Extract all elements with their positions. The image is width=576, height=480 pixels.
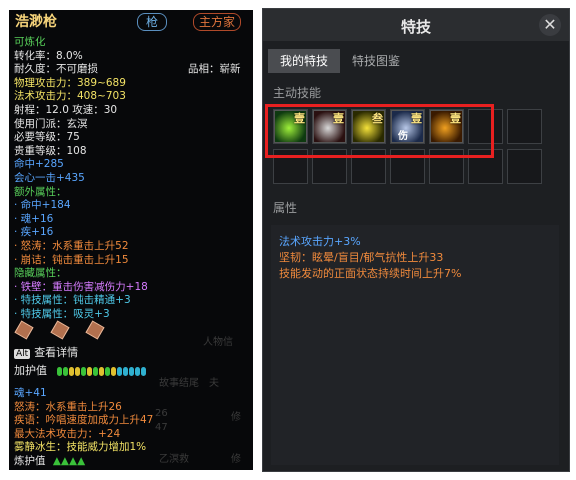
pill-icon bbox=[140, 366, 146, 376]
attr-line: 法术攻击力：408~703 bbox=[14, 90, 126, 103]
pill-icon bbox=[92, 366, 98, 376]
skill-panel: 特技 ✕ 我的特技 特技图鉴 主动技能 壹 壹 叁 壹伤 壹 属性 法术攻击力+… bbox=[262, 8, 570, 472]
tab-my-skills[interactable]: 我的特技 bbox=[268, 49, 341, 73]
skill-slot[interactable] bbox=[507, 109, 542, 144]
attr-line: 最大法术攻击力：+24 bbox=[14, 427, 121, 440]
refine-protection-line: 炼护值 ▲▲▲▲ bbox=[14, 455, 250, 469]
panel-header: 特技 ✕ bbox=[263, 9, 569, 41]
pill-icon bbox=[98, 366, 104, 376]
attr-line: 贵重等级：108 bbox=[14, 144, 87, 157]
attr-line: · 命中+184 bbox=[14, 199, 71, 212]
attr-line: · 怒涛：水系重击上升52 bbox=[14, 239, 129, 252]
pill-icon bbox=[116, 366, 122, 376]
quality-text: 品相：崭新 bbox=[188, 63, 241, 76]
panel-tabs: 我的特技 特技图鉴 bbox=[268, 49, 412, 73]
pill-icon bbox=[68, 366, 74, 376]
attr-line: 使用门派：玄溟 bbox=[14, 117, 88, 130]
attr-line: 转化率：8.0% bbox=[14, 49, 83, 62]
item-attribute-list: 可炼化 转化率：8.0% 耐久度：不可磨损 品相：崭新 物理攻击力：389~68… bbox=[14, 36, 250, 321]
attribute-line: 技能发动的正面状态持续时间上升7% bbox=[279, 267, 462, 280]
attr-line: 会心一击+435 bbox=[14, 171, 85, 184]
pill-icon bbox=[86, 366, 92, 376]
attr-line: · 特技属性：钝击精通+3 bbox=[14, 294, 131, 307]
protection-attributes: 魂+41 怒涛：水系重击上升26 疾语：吟唱速度加成力上升47 最大法术攻击力：… bbox=[14, 387, 250, 469]
attr-line: 物理攻击力：389~689 bbox=[14, 76, 126, 89]
pill-icon bbox=[62, 366, 68, 376]
attr-line: 必要等级：75 bbox=[14, 131, 80, 144]
item-tooltip: 浩渺枪 枪 主方家 可炼化 转化率：8.0% 耐久度：不可磨损 品相：崭新 物理… bbox=[9, 10, 253, 470]
gem-icon bbox=[49, 320, 70, 340]
alt-details-hint: Alt 查看详情 bbox=[14, 344, 78, 360]
gem-icon bbox=[85, 320, 105, 340]
active-skills-heading: 主动技能 bbox=[273, 86, 322, 100]
attr-line: 可炼化 bbox=[14, 36, 46, 48]
bg-text: 人物信 bbox=[203, 337, 233, 348]
alt-hint-text: 查看详情 bbox=[34, 346, 79, 359]
attr-line: 魂+41 bbox=[14, 387, 47, 399]
protection-pills bbox=[56, 364, 147, 377]
pill-icon bbox=[134, 366, 140, 376]
gem-icon bbox=[14, 320, 34, 340]
refine-protection-label: 炼护值 bbox=[14, 454, 46, 467]
skill-slot[interactable] bbox=[507, 149, 542, 184]
pill-icon bbox=[122, 366, 128, 376]
attribute-line: 坚韧：眩晕/盲目/郁气抗性上升33 bbox=[279, 251, 444, 264]
pill-icon bbox=[110, 366, 116, 376]
attr-line: 疾语：吟唱速度加成力上升47 bbox=[14, 414, 154, 427]
attr-line: · 魂+16 bbox=[14, 212, 54, 225]
pill-icon bbox=[80, 366, 86, 376]
attributes-box: 法术攻击力+3% 坚韧：眩晕/盲目/郁气抗性上升33 技能发动的正面状态持续时间… bbox=[271, 225, 559, 465]
attr-line: 雾静冰生：技能威力增加1% bbox=[14, 441, 147, 454]
tab-skill-catalog[interactable]: 特技图鉴 bbox=[340, 49, 412, 73]
protection-bar: 加护值 bbox=[14, 362, 147, 378]
attr-line: 额外属性： bbox=[14, 185, 67, 198]
attr-line: · 崩诘：钝击重击上升15 bbox=[14, 253, 129, 266]
highlight-box bbox=[265, 104, 494, 158]
sect-badge: 主方家 bbox=[193, 13, 241, 31]
attribute-line: 法术攻击力+3% bbox=[279, 235, 361, 248]
durability-text: 耐久度：不可磨损 bbox=[14, 63, 98, 76]
close-icon[interactable]: ✕ bbox=[539, 14, 561, 36]
pill-icon bbox=[56, 366, 62, 376]
attr-line: 射程：12.0 攻速：30 bbox=[14, 103, 118, 116]
alt-key: Alt bbox=[14, 349, 31, 359]
attr-line: 隐藏属性： bbox=[14, 267, 67, 280]
triangle-icons: ▲▲▲▲ bbox=[52, 454, 86, 467]
panel-title: 特技 bbox=[400, 18, 431, 36]
item-title: 浩渺枪 bbox=[15, 14, 57, 30]
attributes-heading: 属性 bbox=[273, 201, 298, 215]
pill-icon bbox=[74, 366, 80, 376]
protection-label: 加护值 bbox=[14, 364, 47, 377]
attr-line: 耐久度：不可磨损 品相：崭新 bbox=[14, 63, 250, 77]
attr-line: · 疾+16 bbox=[14, 226, 54, 239]
weapon-type-badge: 枪 bbox=[137, 13, 167, 31]
attr-line: · 铁壁：重击伤害减伤力+18 bbox=[14, 280, 148, 293]
pill-icon bbox=[128, 366, 134, 376]
pill-icon bbox=[104, 366, 110, 376]
attr-line: 命中+285 bbox=[14, 158, 64, 171]
gem-sockets bbox=[14, 320, 120, 340]
attr-line: 怒涛：水系重击上升26 bbox=[14, 400, 122, 413]
attr-line: · 特技属性：吸灵+3 bbox=[14, 307, 110, 320]
